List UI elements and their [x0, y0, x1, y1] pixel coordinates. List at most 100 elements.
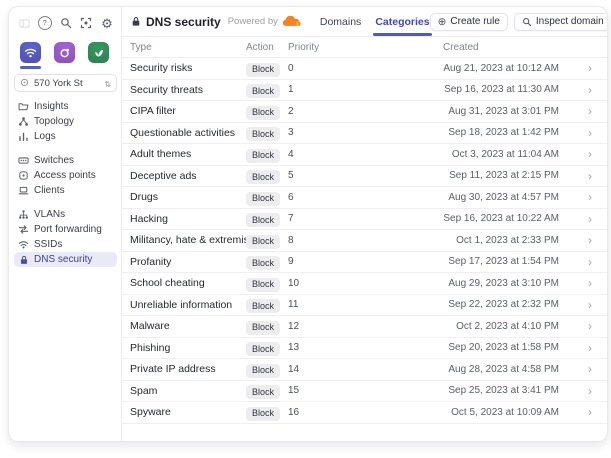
- sidebar-item[interactable]: Insights: [14, 99, 117, 114]
- created-timestamp: Aug 28, 2023 at 4:58 PM: [443, 364, 559, 375]
- sidebar-item[interactable]: Logs: [14, 129, 117, 144]
- sidebar-item[interactable]: Topology: [14, 114, 117, 129]
- table-row[interactable]: Security risks Block 0 Aug 21, 2023 at 1…: [122, 58, 607, 80]
- table-row[interactable]: Militancy, hate & extremism Block 8 Oct …: [122, 230, 607, 252]
- table-row[interactable]: Private IP address Block 14 Aug 28, 2023…: [122, 359, 607, 381]
- access-points-icon: [18, 170, 29, 181]
- sidebar-item[interactable]: Clients: [14, 183, 117, 198]
- chevron-right-icon[interactable]: [559, 339, 607, 357]
- active-app-indicator: [54, 66, 75, 69]
- priority-value: 14: [288, 364, 443, 375]
- nav-group-network: VLANs Port forwarding SSIDs DNS: [14, 207, 117, 267]
- chevron-right-icon[interactable]: [559, 167, 607, 185]
- table-row[interactable]: Spyware Block 16 Oct 5, 2023 at 10:09 AM: [122, 402, 607, 424]
- table-row[interactable]: Security threats Block 1 Sep 16, 2023 at…: [122, 80, 607, 102]
- action-badge: Block: [246, 170, 280, 184]
- created-timestamp: Aug 21, 2023 at 10:12 AM: [443, 63, 559, 74]
- chevron-right-icon[interactable]: [559, 274, 607, 292]
- action-badge: Block: [246, 299, 280, 313]
- cloudflare-logo-icon: [282, 16, 303, 27]
- table-row[interactable]: Phishing Block 13 Sep 20, 2023 at 1:58 P…: [122, 338, 607, 360]
- create-rule-button[interactable]: Create rule: [430, 13, 508, 31]
- created-timestamp: Sep 25, 2023 at 3:41 PM: [443, 385, 559, 396]
- sidebar-toggle-icon[interactable]: [17, 16, 31, 30]
- plus-circle-icon: [438, 16, 447, 28]
- action-badge: Block: [246, 407, 280, 421]
- chevron-right-icon[interactable]: [559, 81, 607, 99]
- table-row[interactable]: Profanity Block 9 Sep 17, 2023 at 1:54 P…: [122, 252, 607, 274]
- main-content: DNS security Powered by Domains Categori…: [122, 7, 607, 441]
- help-icon[interactable]: [38, 16, 52, 30]
- chevron-right-icon[interactable]: [559, 210, 607, 228]
- column-header-action: Action: [246, 42, 288, 53]
- created-timestamp: Oct 1, 2023 at 2:33 PM: [443, 235, 559, 246]
- table-row[interactable]: Questionable activities Block 3 Sep 18, …: [122, 123, 607, 145]
- chevron-right-icon[interactable]: [559, 59, 607, 77]
- chevron-right-icon[interactable]: [559, 231, 607, 249]
- created-timestamp: Aug 30, 2023 at 4:57 PM: [443, 192, 559, 203]
- chevron-right-icon[interactable]: [559, 102, 607, 120]
- powered-by-label: Powered by: [228, 16, 278, 27]
- leaf-app-icon[interactable]: [88, 42, 109, 63]
- table-row[interactable]: Hacking Block 7 Sep 16, 2023 at 10:22 AM: [122, 209, 607, 231]
- table-row[interactable]: CIPA filter Block 2 Aug 31, 2023 at 3:01…: [122, 101, 607, 123]
- category-name: Private IP address: [130, 363, 246, 375]
- sidebar-toolbar: [14, 15, 117, 31]
- table-row[interactable]: Spam Block 15 Sep 25, 2023 at 3:41 PM: [122, 381, 607, 403]
- chevron-right-icon[interactable]: [559, 253, 607, 271]
- action-badge: Block: [246, 385, 280, 399]
- sidebar-item[interactable]: Switches: [14, 153, 117, 168]
- action-badge: Block: [246, 364, 280, 378]
- chevron-right-icon[interactable]: [559, 124, 607, 142]
- chevron-right-icon[interactable]: [559, 145, 607, 163]
- chevron-right-icon[interactable]: [559, 317, 607, 335]
- category-name: Hacking: [130, 213, 246, 225]
- column-header-created: Created: [443, 42, 559, 53]
- wifi-app-icon[interactable]: [20, 42, 41, 63]
- chevron-right-icon[interactable]: [559, 360, 607, 378]
- table-body: Security risks Block 0 Aug 21, 2023 at 1…: [122, 58, 607, 424]
- sidebar-item-label: DNS security: [34, 255, 92, 265]
- sidebar-item-label: Access points: [34, 171, 96, 181]
- action-badge: Block: [246, 256, 280, 270]
- chevron-right-icon[interactable]: [559, 188, 607, 206]
- sidebar-item[interactable]: VLANs: [14, 207, 117, 222]
- column-header-priority: Priority: [288, 42, 443, 53]
- category-name: Malware: [130, 320, 246, 332]
- lock-icon: [131, 16, 141, 27]
- table-row[interactable]: Adult themes Block 4 Oct 3, 2023 at 11:0…: [122, 144, 607, 166]
- category-name: Security risks: [130, 62, 246, 74]
- chevron-right-icon[interactable]: [559, 296, 607, 314]
- sidebar-item[interactable]: Port forwarding: [14, 222, 117, 237]
- sidebar-item[interactable]: SSIDs: [14, 237, 117, 252]
- inspect-domain-button[interactable]: Inspect domain: [514, 13, 608, 31]
- sidebar-item[interactable]: Access points: [14, 168, 117, 183]
- sidebar-item-label: Topology: [34, 117, 74, 127]
- action-badge: Block: [246, 342, 280, 356]
- tab[interactable]: Categories: [375, 7, 429, 36]
- chevron-right-icon[interactable]: [559, 403, 607, 421]
- table-row[interactable]: Deceptive ads Block 5 Sep 11, 2023 at 2:…: [122, 166, 607, 188]
- table-row[interactable]: Drugs Block 6 Aug 30, 2023 at 4:57 PM: [122, 187, 607, 209]
- insights-icon: [18, 101, 29, 112]
- created-timestamp: Oct 3, 2023 at 11:04 AM: [443, 149, 559, 160]
- sidebar-item-label: Logs: [34, 132, 56, 142]
- table-row[interactable]: Malware Block 12 Oct 2, 2023 at 4:10 PM: [122, 316, 607, 338]
- page-title: DNS security: [146, 15, 221, 29]
- port-forwarding-icon: [18, 224, 29, 235]
- location-selector[interactable]: 570 York St: [14, 74, 117, 92]
- chevron-right-icon[interactable]: [559, 382, 607, 400]
- scan-icon[interactable]: [79, 16, 93, 30]
- category-name: Adult themes: [130, 148, 246, 160]
- table-row[interactable]: School cheating Block 10 Aug 29, 2023 at…: [122, 273, 607, 295]
- magnifier-icon: [522, 17, 532, 27]
- nav-group-hardware: Switches Access points Clients: [14, 153, 117, 198]
- category-name: Profanity: [130, 256, 246, 268]
- gear-icon[interactable]: [100, 16, 114, 30]
- ring-app-icon[interactable]: [54, 42, 75, 63]
- tab[interactable]: Domains: [320, 7, 361, 36]
- search-icon[interactable]: [59, 16, 73, 30]
- sidebar-item[interactable]: DNS security: [14, 252, 117, 267]
- priority-value: 4: [288, 149, 443, 160]
- table-row[interactable]: Unreliable information Block 11 Sep 22, …: [122, 295, 607, 317]
